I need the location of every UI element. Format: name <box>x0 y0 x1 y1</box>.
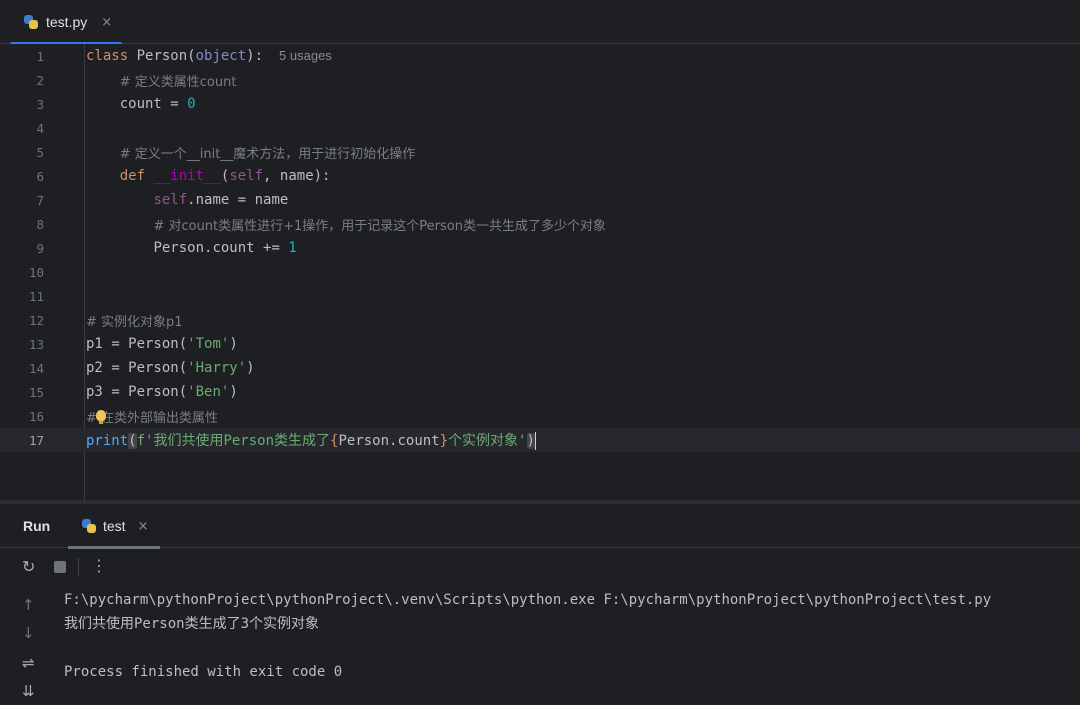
code-line[interactable]: 5 # 定义一个__init__魔术方法，用于进行初始化操作 <box>0 140 1080 164</box>
code-line[interactable]: 13 p1 = Person('Tom') <box>0 332 1080 356</box>
line-number: 12 <box>28 312 44 328</box>
python-file-icon <box>82 519 96 533</box>
code-line[interactable]: 3 count = 0 <box>0 92 1080 116</box>
soft-wrap-icon[interactable]: ⇌ <box>22 654 35 672</box>
line-number: 16 <box>28 408 44 424</box>
code-line[interactable]: 8 # 对count类属性进行+1操作，用于记录这个Person类一共生成了多少… <box>0 212 1080 236</box>
close-tab-icon[interactable]: × <box>101 15 112 30</box>
line-number: 11 <box>28 288 44 304</box>
usages-hint[interactable]: 5 usages <box>279 48 332 63</box>
code-line[interactable]: 9 Person.count += 1 <box>0 236 1080 260</box>
run-header: Run test × <box>0 504 1080 549</box>
rerun-icon[interactable]: ↻ <box>22 557 35 576</box>
toolbar-separator <box>78 558 79 576</box>
line-number: 3 <box>36 96 44 112</box>
code-line[interactable]: 4 <box>0 116 1080 140</box>
line-number: 13 <box>28 336 44 352</box>
code-line[interactable]: 1 class Person(object): 5 usages <box>0 44 1080 68</box>
line-number: 4 <box>36 120 44 136</box>
line-number: 1 <box>36 48 44 64</box>
code-line[interactable]: 12 # 实例化对象p1 <box>0 308 1080 332</box>
code-line-current[interactable]: 17 print(f'我们共使用Person类生成了{Person.count}… <box>0 428 1080 452</box>
arrow-down-icon[interactable]: ↓ <box>22 624 35 642</box>
code-line[interactable]: 2 # 定义类属性count <box>0 68 1080 92</box>
code-editor[interactable]: 1 class Person(object): 5 usages 2 # 定义类属… <box>0 44 1080 500</box>
code-line[interactable]: 14 p2 = Person('Harry') <box>0 356 1080 380</box>
text-caret <box>534 432 536 450</box>
tab-label: test.py <box>46 14 88 30</box>
code-line[interactable]: 16 # 在类外部输出类属性 <box>0 404 1080 428</box>
console-line: F:\pycharm\pythonProject\pythonProject\.… <box>64 592 992 608</box>
scroll-to-end-icon[interactable]: ⇊ <box>22 682 35 700</box>
editor-tab-bar: test.py × <box>0 0 1080 45</box>
code-line[interactable]: 11 <box>0 284 1080 308</box>
lightbulb-icon[interactable] <box>96 410 106 424</box>
run-title: Run <box>23 517 51 534</box>
more-options-icon[interactable]: ⋮ <box>91 556 107 575</box>
code-line[interactable]: 10 <box>0 260 1080 284</box>
line-number: 14 <box>28 360 44 376</box>
arrow-up-icon[interactable]: ↑ <box>22 596 35 614</box>
code-line[interactable]: 15 p3 = Person('Ben') <box>0 380 1080 404</box>
stop-icon[interactable] <box>54 561 66 573</box>
run-tab-label: test <box>103 518 126 534</box>
console-line: Process finished with exit code 0 <box>64 664 343 680</box>
console-line: 我们共使用Person类生成了3个实例对象 <box>64 616 320 632</box>
line-number: 9 <box>36 240 44 256</box>
close-run-tab-icon[interactable]: × <box>138 519 149 534</box>
line-number: 6 <box>36 168 44 184</box>
run-tool-window: Run test × ↻ ⋮ ↑ ↓ ⇌ ⇊ F:\pycharm\python… <box>0 504 1080 705</box>
line-number: 15 <box>28 384 44 400</box>
code-line[interactable]: 6 def __init__(self, name): <box>0 164 1080 188</box>
line-number: 8 <box>36 216 44 232</box>
python-file-icon <box>24 15 38 29</box>
ide-window: test.py × 1 class Person(object): 5 usage… <box>0 0 1080 705</box>
line-number: 5 <box>36 144 44 160</box>
console-output[interactable]: F:\pycharm\pythonProject\pythonProject\.… <box>64 588 1074 684</box>
run-toolbar: ↻ ⋮ <box>0 548 1080 586</box>
code-line[interactable]: 7 self.name = name <box>0 188 1080 212</box>
line-number: 7 <box>36 192 44 208</box>
console-side-toolbar: ↑ ↓ ⇌ ⇊ <box>0 586 60 705</box>
run-tab-test[interactable]: test × <box>68 504 160 549</box>
line-number: 17 <box>28 432 44 448</box>
line-number: 10 <box>28 264 44 280</box>
tab-test-py[interactable]: test.py × <box>10 0 122 45</box>
line-number: 2 <box>36 72 44 88</box>
